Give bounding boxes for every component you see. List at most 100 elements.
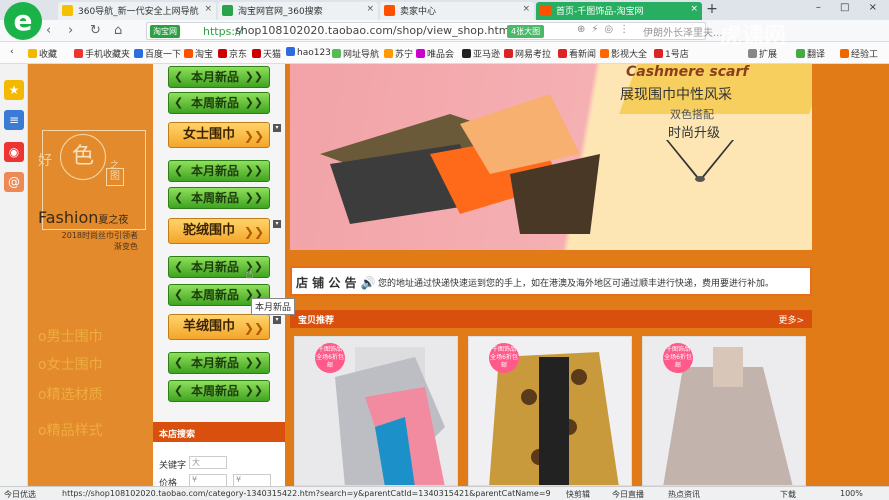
product-card[interactable]: 千图饰品 全场6折包邮 xyxy=(294,336,458,486)
bookmark-item[interactable]: 收藏 xyxy=(28,47,57,60)
logo-se: 色 xyxy=(60,134,106,180)
status-item[interactable]: 今日直播 xyxy=(612,489,644,500)
tab-shop-home[interactable]: 首页-千图饰品-淘宝网 × xyxy=(536,2,702,20)
notice-text: 您的地址通过快递快速运到您的手上，如在港澳及海外地区可通过顺丰进行快递，费用要进… xyxy=(378,279,775,289)
nav-new-week[interactable]: ❮ 本周新品 ❯❯ xyxy=(168,187,270,209)
more-link[interactable]: 更多> xyxy=(778,313,804,326)
category-link[interactable]: o女士围巾 xyxy=(38,354,103,374)
bookmark-item[interactable]: 1号店 xyxy=(654,47,689,60)
keyword-input[interactable]: 大 xyxy=(189,456,227,469)
window-controls[interactable]: – □ × xyxy=(816,2,885,13)
home-icon[interactable]: ⌂ xyxy=(114,23,122,39)
bookmark-item[interactable]: 亚马逊 xyxy=(462,47,500,60)
close-icon[interactable]: × xyxy=(522,4,530,14)
promo-banner[interactable]: Cashmere scarf 展现围巾中性风采 双色搭配 时尚升级 xyxy=(290,64,812,250)
category-link[interactable]: o精品样式 xyxy=(38,420,103,440)
discount-badge: 千图饰品 全场6折包邮 xyxy=(315,343,345,373)
fashion-title: Fashion夏之夜 xyxy=(38,208,129,227)
bookmark-item[interactable]: ‹ xyxy=(10,47,14,57)
nav-new-month[interactable]: ❮ 本月新品 ❯❯ xyxy=(168,66,270,88)
back-icon[interactable]: ‹ xyxy=(46,23,51,39)
status-item[interactable]: 热点资讯 xyxy=(668,489,700,500)
search-icon xyxy=(222,5,233,16)
product-card[interactable]: 千图饰品 全场6折包邮 xyxy=(642,336,806,486)
star-icon[interactable]: ★ xyxy=(4,80,24,100)
shop-search-title: 本店搜索 xyxy=(153,424,285,442)
banner-title: Cashmere scarf xyxy=(626,64,749,80)
bookmark-item[interactable]: 翻译 xyxy=(796,47,825,60)
bookmark-item[interactable]: 网址导航 xyxy=(332,47,379,60)
bookmark-item[interactable]: 京东 xyxy=(218,47,247,60)
tab-360-nav[interactable]: 360导航_新一代安全上网导航 × xyxy=(58,2,216,20)
bookmark-item[interactable]: 天猫 xyxy=(252,47,281,60)
url-input[interactable]: 淘宝网 https:// shop108102020.taobao.com/sh… xyxy=(146,22,706,40)
tooltip: 本月新品 xyxy=(251,298,296,315)
category-link[interactable]: o精选材质 xyxy=(38,384,103,404)
nav-women-scarf[interactable]: 女士围巾 ❯❯ xyxy=(168,122,270,148)
bookmark-item[interactable]: 网易考拉 xyxy=(504,47,551,60)
refresh-icon[interactable]: ↻ xyxy=(90,23,101,39)
status-item[interactable]: 下载 xyxy=(780,489,796,500)
recommend-header: 宝贝推荐 更多> xyxy=(290,310,812,328)
address-tools-icon[interactable]: ⊕⚡◎⋮ xyxy=(577,24,635,35)
banner-line2: 双色搭配 xyxy=(670,108,714,121)
watermark: 虎课网 xyxy=(720,24,787,49)
bookmark-item[interactable]: 手机收藏夹 xyxy=(74,47,130,60)
chevron-down-icon[interactable]: ▾ xyxy=(273,124,281,132)
shop-side-banner: 好 色 之 图 Fashion夏之夜 2018时尚丝巾引领者 渐变色 o男士围巾 … xyxy=(28,64,153,486)
search-input[interactable]: 伊朗外长泽里夫... xyxy=(643,24,723,39)
bookmark-item[interactable]: 影视大全 xyxy=(600,47,647,60)
category-link[interactable]: o男士围巾 xyxy=(38,326,103,346)
bookmark-item[interactable]: 唯品会 xyxy=(416,47,454,60)
shop-search-panel: 本店搜索 关键字 大 价格 ¥ ¥ xyxy=(153,422,285,489)
nav-cashmere-scarf[interactable]: 羊绒围巾 ❯❯ xyxy=(168,314,270,340)
bookmark-item[interactable]: 看新闻 xyxy=(558,47,596,60)
chevron-down-icon[interactable]: ▾ xyxy=(273,220,281,228)
bookmark-item[interactable]: 百度一下 xyxy=(134,47,181,60)
status-url: https://shop108102020.taobao.com/categor… xyxy=(62,489,551,498)
banner-line3: 时尚升级 xyxy=(668,126,721,141)
mail-icon[interactable]: @ xyxy=(4,172,24,192)
nav-new-week[interactable]: ❮ 本周新品 ❯❯ xyxy=(168,92,270,114)
chevron-down-icon[interactable]: ▾ xyxy=(273,316,281,324)
shop-notice: 店 铺 公 告 🔊 您的地址通过快递快速运到您的手上，如在港澳及海外地区可通过顺… xyxy=(290,266,812,296)
bookmark-item[interactable]: 淘宝 xyxy=(184,47,213,60)
banner-line1: 展现围巾中性风采 xyxy=(620,87,732,103)
taobao-icon xyxy=(384,5,395,16)
close-icon[interactable]: × xyxy=(690,4,698,14)
status-item[interactable]: 快剪辑 xyxy=(566,489,590,500)
zoom-level[interactable]: 100% xyxy=(840,489,863,498)
status-left[interactable]: 今日优选 xyxy=(4,489,36,500)
logo-tu: 图 xyxy=(106,168,124,186)
status-bar: 今日优选 https://shop108102020.taobao.com/ca… xyxy=(0,486,889,500)
browser-logo-icon[interactable]: e xyxy=(4,2,42,40)
keyword-label: 关键字 xyxy=(159,461,187,471)
new-tab-button[interactable]: + xyxy=(704,1,720,17)
taobao-icon xyxy=(540,5,551,16)
fashion-subtitle: 2018时尚丝巾引领者 渐变色 xyxy=(61,231,138,251)
nav-new-month[interactable]: ❮ 本月新品 ❯❯ xyxy=(168,256,270,278)
product-card[interactable]: 千图饰品 全场6折包邮 xyxy=(468,336,632,486)
nav-new-month[interactable]: ❮ 本月新品 ❯❯ xyxy=(168,160,270,182)
bookmark-item[interactable]: 苏宁 xyxy=(384,47,413,60)
weibo-icon[interactable]: ◉ xyxy=(4,142,24,162)
tab-seller-center[interactable]: 卖家中心 × xyxy=(380,2,534,20)
nav-camel-scarf[interactable]: 驼绒围巾 ❯❯ xyxy=(168,218,270,244)
forward-icon[interactable]: › xyxy=(68,23,73,39)
bookmark-item[interactable]: hao123 xyxy=(286,47,331,58)
url-text: shop108102020.taobao.com/shop/view_shop.… xyxy=(235,24,516,37)
nav-new-week[interactable]: ❮ 本周新品 ❯❯ xyxy=(168,380,270,402)
list-icon[interactable]: ≡ xyxy=(4,110,24,130)
recommend-title: 宝贝推荐 xyxy=(298,316,335,326)
big-images-button[interactable]: 4张大图 xyxy=(507,25,545,38)
360-icon xyxy=(62,5,73,16)
tab-360-search[interactable]: 淘宝网官网_360搜索 × xyxy=(218,2,378,20)
close-icon[interactable]: × xyxy=(204,4,212,14)
bookmark-item[interactable]: 经验工 xyxy=(840,47,878,60)
close-icon[interactable]: × xyxy=(366,4,374,14)
nav-new-month[interactable]: ❮ 本月新品 ❯❯ xyxy=(168,352,270,374)
scarf-image xyxy=(320,94,600,234)
site-tag: 淘宝网 xyxy=(150,25,180,38)
notice-label: 店 铺 公 告 🔊 xyxy=(296,276,376,290)
discount-badge: 千图饰品 全场6折包邮 xyxy=(663,343,693,373)
